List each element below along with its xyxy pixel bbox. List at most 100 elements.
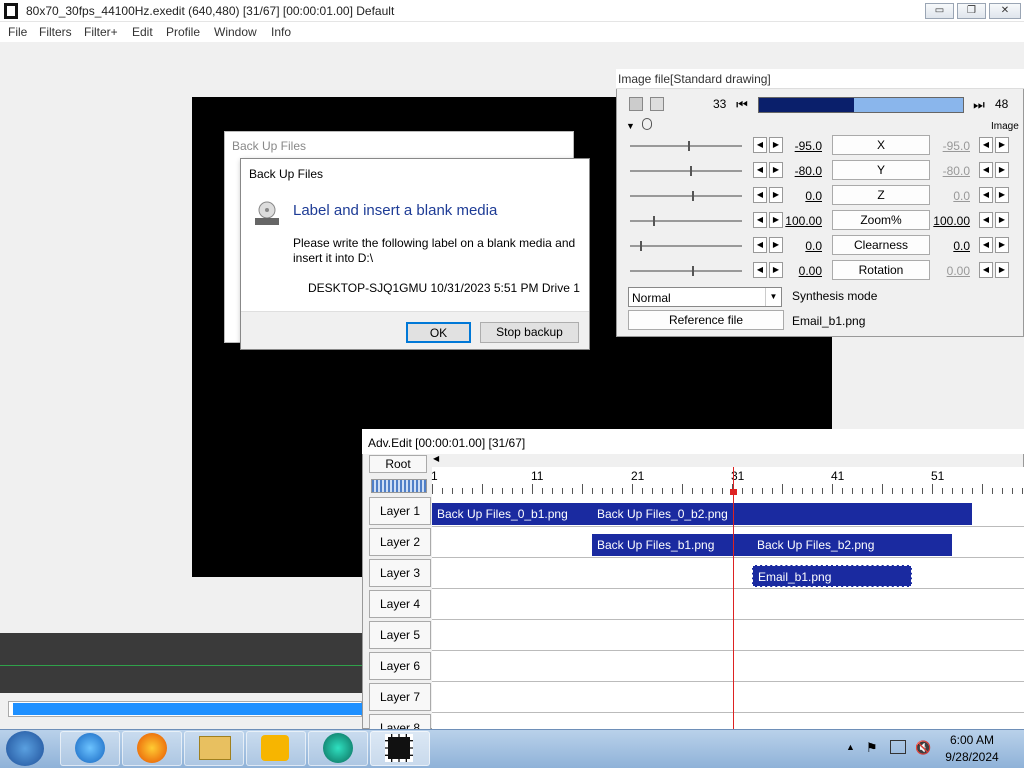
close-button[interactable]: ✕ [989,3,1021,19]
flag-icon[interactable]: ⚑ [866,740,878,756]
decrement-button[interactable]: ◀ [753,137,767,153]
skip-back-icon[interactable]: ⏮ [734,97,750,113]
timeline-clip[interactable]: Back Up Files_b1.png [592,534,752,556]
param-value[interactable]: -80.0 [784,164,822,178]
decrement-button[interactable]: ◀ [753,212,767,228]
menu-window[interactable]: Window [214,25,257,39]
param-button[interactable]: Z [832,185,930,205]
layer-button[interactable]: Layer 1 [369,497,431,525]
menu-filter-plus[interactable]: Filter+ [84,25,118,39]
param-button[interactable]: Y [832,160,930,180]
collapse-icon[interactable]: ▼ [626,121,635,131]
root-button[interactable]: Root [369,455,427,473]
zoom-slider[interactable] [371,479,427,493]
slider-knob[interactable] [692,191,694,201]
param-value[interactable]: 0.0 [784,239,822,253]
timeline-clip[interactable]: Back Up Files_0_b2.png [592,503,972,525]
scroll-left-icon[interactable]: ◀ [433,454,439,463]
param-value-end[interactable]: 0.0 [932,189,970,203]
timeline-clip[interactable]: Back Up Files_0_b1.png [432,503,592,525]
param-value-end[interactable]: 100.00 [932,214,970,228]
ruler-tick [592,488,593,494]
increment-button[interactable]: ▶ [769,212,783,228]
param-button[interactable]: Clearness [832,235,930,255]
camera-icon[interactable] [629,97,643,111]
menu-info[interactable]: Info [271,25,291,39]
menu-filters[interactable]: Filters [39,25,72,39]
param-value[interactable]: -95.0 [784,139,822,153]
param-slider[interactable] [630,220,742,222]
blend-mode-value: Normal [632,291,671,305]
param-value-end[interactable]: -95.0 [932,139,970,153]
param-slider[interactable] [630,195,742,197]
maximize-button[interactable]: ❐ [957,3,986,19]
decrement-button[interactable]: ◀ [753,262,767,278]
param-button[interactable]: Zoom% [832,210,930,230]
param-button[interactable]: Rotation [832,260,930,280]
param-value-end[interactable]: 0.0 [932,239,970,253]
decrement-end-button[interactable]: ◀ [979,237,993,253]
param-slider[interactable] [630,245,742,247]
layer-button[interactable]: Layer 5 [369,621,431,649]
network-icon[interactable] [890,740,906,754]
increment-end-button[interactable]: ▶ [995,137,1009,153]
param-value[interactable]: 0.00 [784,264,822,278]
param-value[interactable]: 100.00 [784,214,822,228]
increment-end-button[interactable]: ▶ [995,187,1009,203]
increment-end-button[interactable]: ▶ [995,162,1009,178]
slider-knob[interactable] [690,166,692,176]
layer-button[interactable]: Layer 4 [369,590,431,618]
decrement-button[interactable]: ◀ [753,237,767,253]
param-slider[interactable] [630,145,742,147]
param-slider[interactable] [630,270,742,272]
slider-knob[interactable] [688,141,690,151]
stop-backup-button[interactable]: Stop backup [480,322,579,343]
decrement-button[interactable]: ◀ [753,162,767,178]
ruler-tick-label: 41 [831,469,845,483]
speaker-muted-icon[interactable]: 🔇 [915,740,931,756]
menu-edit[interactable]: Edit [132,25,153,39]
start-button[interactable] [6,731,44,766]
slider-knob[interactable] [653,216,655,226]
increment-end-button[interactable]: ▶ [995,237,1009,253]
decrement-end-button[interactable]: ◀ [979,137,993,153]
skip-forward-icon[interactable]: ⏭ [971,97,987,113]
param-slider[interactable] [630,170,742,172]
timeline-clip[interactable]: Email_b1.png [752,565,912,587]
increment-end-button[interactable]: ▶ [995,212,1009,228]
timeline-clip[interactable]: Back Up Files_b2.png [752,534,952,556]
increment-button[interactable]: ▶ [769,137,783,153]
tray-date[interactable]: 9/28/2024 [942,750,1002,764]
menu-profile[interactable]: Profile [166,25,200,39]
ok-button[interactable]: OK [406,322,471,343]
decrement-end-button[interactable]: ◀ [979,162,993,178]
reference-file-button[interactable]: Reference file [628,310,784,330]
increment-button[interactable]: ▶ [769,262,783,278]
menu-file[interactable]: File [8,25,27,39]
increment-end-button[interactable]: ▶ [995,262,1009,278]
param-value-end[interactable]: -80.0 [932,164,970,178]
slider-knob[interactable] [692,266,694,276]
tray-time[interactable]: 6:00 AM [942,733,1002,747]
slider-knob[interactable] [640,241,642,251]
blend-mode-select[interactable]: Normal ▼ [628,287,782,307]
layer-button[interactable]: Layer 6 [369,652,431,680]
minimize-button[interactable]: ▭ [925,3,954,19]
tray-expand-icon[interactable]: ▲ [846,742,855,752]
increment-button[interactable]: ▶ [769,237,783,253]
decrement-end-button[interactable]: ◀ [979,212,993,228]
increment-button[interactable]: ▶ [769,162,783,178]
layer-button[interactable]: Layer 2 [369,528,431,556]
decrement-end-button[interactable]: ◀ [979,262,993,278]
frame-icon[interactable] [650,97,664,111]
param-button[interactable]: X [832,135,930,155]
layer-button[interactable]: Layer 3 [369,559,431,587]
decrement-button[interactable]: ◀ [753,187,767,203]
increment-button[interactable]: ▶ [769,187,783,203]
param-value-end[interactable]: 0.00 [932,264,970,278]
layer-button[interactable]: Layer 7 [369,683,431,711]
reference-file-name: Email_b1.png [792,314,866,328]
side-label: Image [991,121,1019,132]
decrement-end-button[interactable]: ◀ [979,187,993,203]
param-value[interactable]: 0.0 [784,189,822,203]
